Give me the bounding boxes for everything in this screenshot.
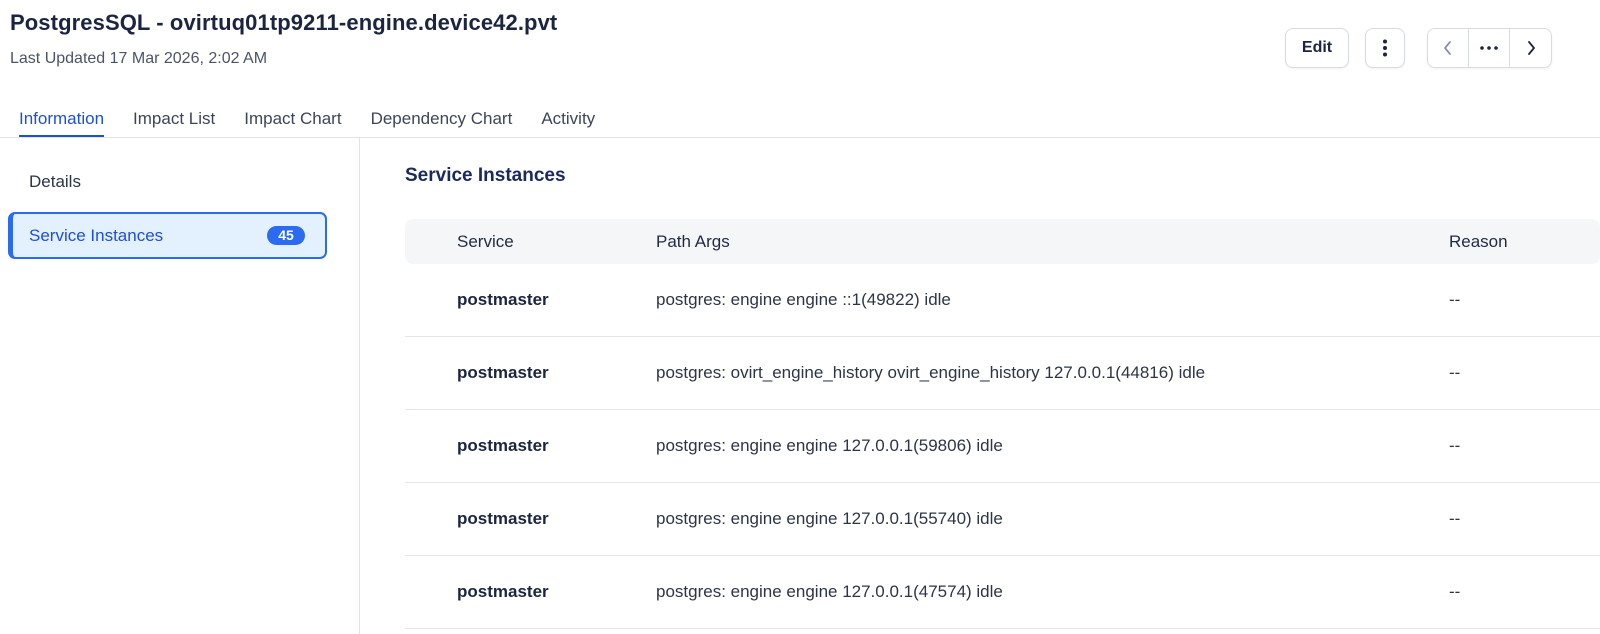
column-header-path-args[interactable]: Path Args xyxy=(656,232,730,252)
section-title: Service Instances xyxy=(405,165,566,186)
reason-cell: -- xyxy=(1449,436,1461,455)
service-cell: postmaster xyxy=(457,509,549,528)
last-updated-text: Last Updated 17 Mar 2026, 2:02 AM xyxy=(10,50,268,67)
service-cell: postmaster xyxy=(457,290,549,309)
next-record-button[interactable] xyxy=(1510,29,1551,67)
horizontal-ellipsis-icon xyxy=(1480,46,1498,50)
sidebar-item-label: Details xyxy=(29,171,81,191)
vertical-ellipsis-icon xyxy=(1383,39,1387,57)
table-header: Service Path Args Reason xyxy=(405,219,1600,264)
main-content: Service Instances Service Path Args Reas… xyxy=(405,138,1600,629)
sidebar-item-details[interactable]: Details xyxy=(8,158,327,205)
path-args-cell: postgres: engine engine ::1(49822) idle xyxy=(656,290,951,309)
record-list-button[interactable] xyxy=(1469,29,1510,67)
header-actions: Edit xyxy=(1285,28,1552,68)
service-cell: postmaster xyxy=(457,436,549,455)
path-args-cell: postgres: engine engine 127.0.0.1(59806)… xyxy=(656,436,1003,455)
tab-impact-chart[interactable]: Impact Chart xyxy=(244,100,341,137)
sidebar-item-label: Service Instances xyxy=(29,225,164,245)
table-row[interactable]: postmaster postgres: engine engine 127.0… xyxy=(405,556,1600,629)
chevron-left-icon xyxy=(1444,41,1451,55)
service-cell: postmaster xyxy=(457,582,549,601)
table-row[interactable]: postmaster postgres: engine engine 127.0… xyxy=(405,483,1600,556)
reason-cell: -- xyxy=(1449,509,1461,528)
service-cell: postmaster xyxy=(457,363,549,382)
column-header-service[interactable]: Service xyxy=(457,232,514,252)
page-header: PostgresSQL - ovirtuq01tp9211-engine.dev… xyxy=(10,10,557,68)
table-row[interactable]: postmaster postgres: engine engine ::1(4… xyxy=(405,264,1600,337)
count-badge: 45 xyxy=(267,226,305,245)
reason-cell: -- xyxy=(1449,290,1461,309)
more-actions-button[interactable] xyxy=(1365,28,1405,68)
tab-impact-list[interactable]: Impact List xyxy=(133,100,215,137)
previous-record-button[interactable] xyxy=(1428,29,1469,67)
chevron-right-icon xyxy=(1527,41,1535,55)
page-title: PostgresSQL - ovirtuq01tp9211-engine.dev… xyxy=(10,10,558,35)
record-pager xyxy=(1427,28,1552,68)
tab-information[interactable]: Information xyxy=(19,100,105,137)
sidebar-item-service-instances[interactable]: Service Instances 45 xyxy=(8,212,327,259)
column-header-reason[interactable]: Reason xyxy=(1449,232,1508,252)
sidebar: Details Service Instances 45 xyxy=(0,138,360,634)
table-row[interactable]: postmaster postgres: ovirt_engine_histor… xyxy=(405,337,1600,410)
path-args-cell: postgres: engine engine 127.0.0.1(55740)… xyxy=(656,509,1003,528)
reason-cell: -- xyxy=(1449,363,1461,382)
path-args-cell: postgres: engine engine 127.0.0.1(47574)… xyxy=(656,582,1003,601)
path-args-cell: postgres: ovirt_engine_history ovirt_eng… xyxy=(656,363,1206,382)
tab-bar: Information Impact List Impact Chart Dep… xyxy=(0,100,1600,138)
service-instances-table: Service Path Args Reason postmaster post… xyxy=(405,219,1600,629)
tab-dependency-chart[interactable]: Dependency Chart xyxy=(371,100,513,137)
reason-cell: -- xyxy=(1449,582,1461,601)
table-row[interactable]: postmaster postgres: engine engine 127.0… xyxy=(405,410,1600,483)
tab-activity[interactable]: Activity xyxy=(541,100,595,137)
edit-button[interactable]: Edit xyxy=(1285,28,1349,68)
